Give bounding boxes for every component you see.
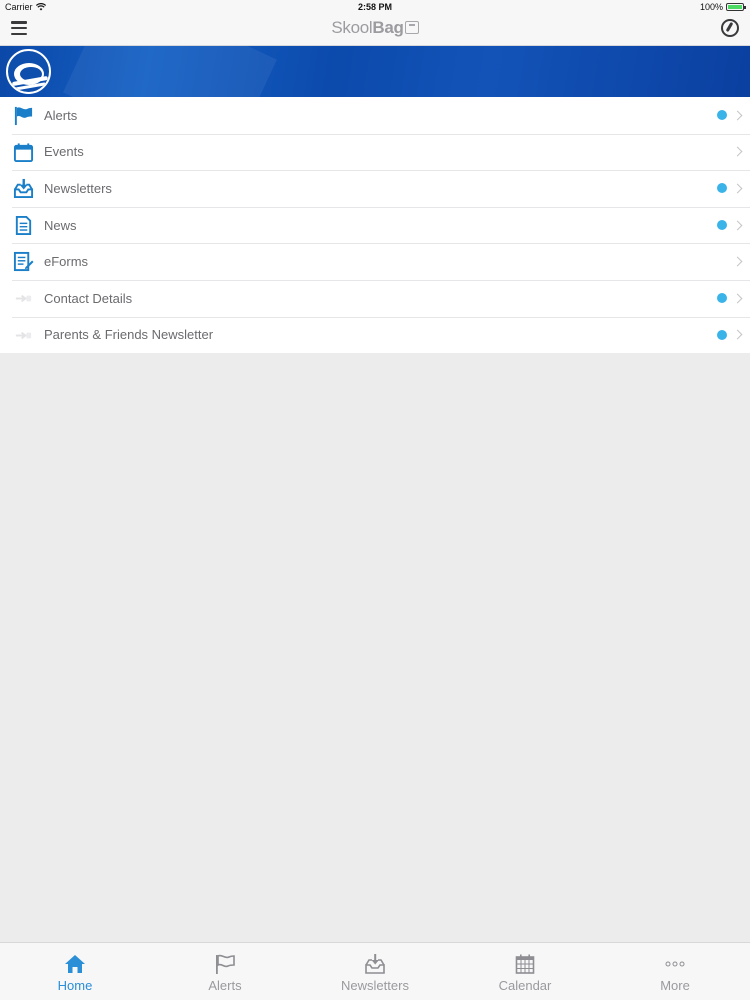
- menu-item-events[interactable]: Events: [0, 133, 750, 171]
- menu-item-label: Newsletters: [44, 180, 112, 196]
- tab-calendar[interactable]: Calendar: [450, 943, 600, 1000]
- tab-home[interactable]: Home: [0, 943, 150, 1000]
- unread-indicator: [717, 110, 727, 121]
- flag-icon: [14, 106, 33, 126]
- flag-icon: [216, 954, 235, 974]
- brand-light: Skool: [331, 18, 373, 37]
- tab-newsletters[interactable]: Newsletters: [300, 943, 450, 1000]
- menu-item-news[interactable]: News: [0, 206, 750, 244]
- chevron-right-icon: [732, 220, 743, 231]
- tab-alerts[interactable]: Alerts: [150, 943, 300, 1000]
- brand-bold: Bag: [372, 18, 404, 37]
- tab-label: Newsletters: [341, 978, 409, 993]
- chevron-right-icon: [732, 329, 743, 340]
- calendar-grid-icon: [515, 954, 535, 974]
- chevron-right-icon: [732, 256, 743, 267]
- home-icon: [65, 955, 85, 973]
- battery-percent: 100%: [699, 2, 723, 12]
- chevron-right-icon: [732, 110, 743, 121]
- menu-item-label: eForms: [44, 254, 89, 270]
- app-logo: SkoolBag: [0, 18, 750, 38]
- inbox-download-icon: [365, 954, 385, 974]
- schoolbag-icon: [404, 21, 419, 34]
- navigation-bar: SkoolBag: [0, 14, 750, 46]
- home-menu-list: Alerts Events Newsletters News eForms Co…: [0, 97, 750, 354]
- chevron-right-icon: [732, 183, 743, 194]
- calendar-icon: [13, 143, 34, 162]
- menu-item-label: Parents & Friends Newsletter: [44, 327, 214, 343]
- tab-label: Calendar: [498, 978, 552, 993]
- school-crest-icon: [6, 49, 51, 94]
- menu-item-alerts[interactable]: Alerts: [0, 97, 750, 134]
- tab-label: Alerts: [208, 978, 242, 993]
- inbox-download-icon: [13, 179, 34, 199]
- chevron-right-icon: [732, 293, 743, 304]
- form-pencil-icon: [13, 252, 34, 272]
- menu-item-label: News: [44, 217, 77, 233]
- chevron-right-icon: [732, 146, 743, 157]
- clock: 2:58 PM: [357, 2, 392, 12]
- tab-bar: Home Alerts Newsletters Calendar More: [0, 942, 750, 1000]
- menu-item-parents-friends-newsletter[interactable]: Parents & Friends Newsletter: [0, 316, 750, 354]
- tab-label: Home: [57, 978, 93, 993]
- battery-icon: [726, 3, 746, 11]
- document-icon: [15, 215, 32, 235]
- sync-icon[interactable]: [721, 19, 739, 37]
- unread-indicator: [717, 183, 727, 194]
- menu-item-contact-details[interactable]: Contact Details: [0, 279, 750, 317]
- more-dots-icon: [665, 961, 685, 967]
- unread-indicator: [717, 220, 727, 231]
- menu-item-eforms[interactable]: eForms: [0, 243, 750, 280]
- menu-item-label: Contact Details: [44, 290, 133, 306]
- unread-indicator: [717, 329, 727, 340]
- tab-label: More: [660, 978, 690, 993]
- battery-status: 100%: [699, 2, 746, 12]
- status-bar: Carrier 2:58 PM 100%: [0, 0, 750, 14]
- link-icon: [15, 331, 32, 339]
- school-banner: [0, 46, 750, 97]
- tab-more[interactable]: More: [600, 943, 750, 1000]
- menu-item-label: Alerts: [44, 107, 78, 123]
- battery-fill: [728, 5, 742, 9]
- menu-item-label: Events: [44, 144, 84, 160]
- link-icon: [15, 294, 32, 303]
- menu-item-newsletters[interactable]: Newsletters: [0, 170, 750, 207]
- unread-indicator: [717, 293, 727, 304]
